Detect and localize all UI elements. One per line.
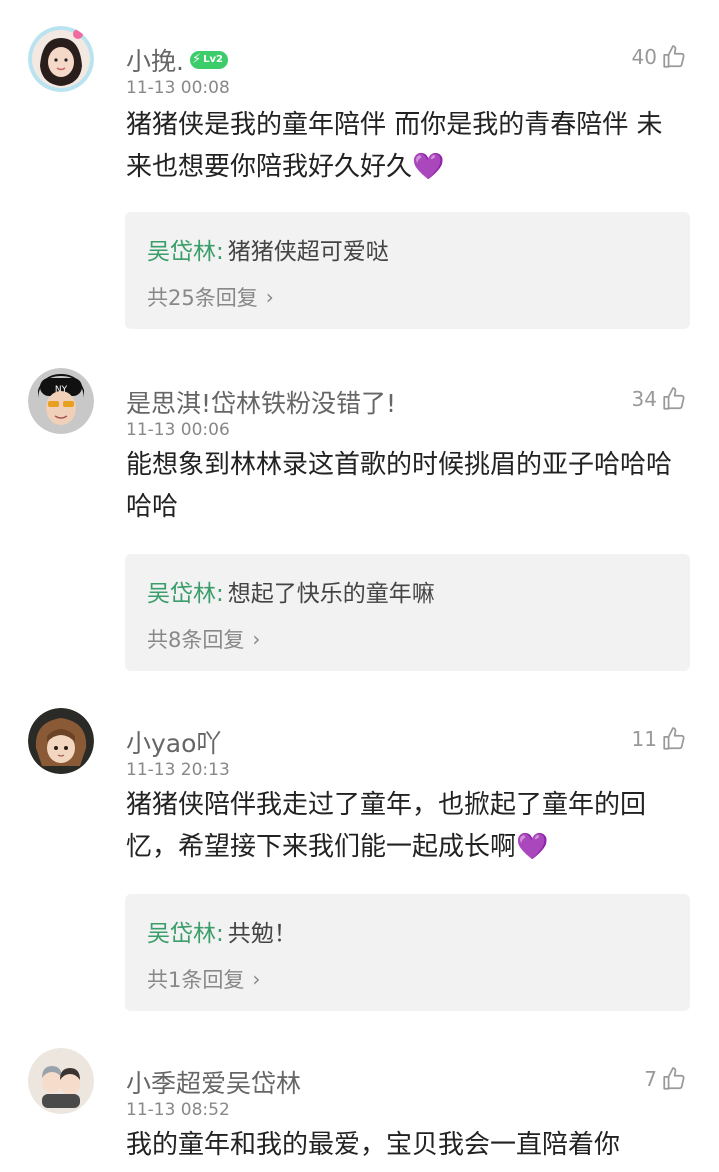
- more-replies-text: 共25条回复: [147, 286, 258, 310]
- chevron-right-icon: ›: [252, 627, 261, 651]
- chevron-right-icon: ›: [252, 967, 261, 991]
- username[interactable]: 是思淇!岱林铁粉没错了!: [126, 384, 396, 420]
- username[interactable]: 小挽. ⚡ Lv2: [126, 42, 228, 78]
- like-count: 11: [631, 727, 657, 751]
- reply-colon: :: [216, 239, 224, 265]
- reply-line: 吴岱林: 想起了快乐的童年嘛: [147, 574, 435, 608]
- more-replies-link[interactable]: 共25条回复 ›: [147, 282, 274, 312]
- level-text: Lv2: [203, 54, 223, 65]
- comment-time: 11-13 00:08: [126, 78, 230, 98]
- like-button[interactable]: 34: [632, 386, 687, 412]
- reply-author[interactable]: 吴岱林: [147, 921, 216, 947]
- like-button[interactable]: 11: [632, 726, 687, 752]
- username[interactable]: 小yao吖: [126, 724, 221, 760]
- comment-time: 11-13 08:52: [126, 1100, 230, 1120]
- reply-colon: :: [216, 581, 224, 607]
- comment-time: 11-13 20:13: [126, 760, 230, 780]
- purple-heart-icon: 💜: [516, 832, 549, 862]
- username-text[interactable]: 是思淇!岱林铁粉没错了!: [126, 384, 396, 420]
- reply-content: 共勉！: [227, 921, 297, 947]
- like-count: 34: [631, 387, 657, 411]
- reply-colon: :: [216, 921, 224, 947]
- avatar[interactable]: NY: [28, 368, 94, 434]
- reply-author[interactable]: 吴岱林: [147, 581, 216, 607]
- chevron-right-icon: ›: [265, 285, 274, 309]
- like-count: 40: [631, 45, 657, 69]
- avatar[interactable]: [28, 708, 94, 774]
- reply-content: 猪猪侠超可爱哒: [227, 239, 389, 265]
- level-badge: ⚡ Lv2: [189, 51, 228, 69]
- comment-text: 能想象到林林录这首歌的时候挑眉的亚子哈哈哈哈哈: [126, 450, 673, 522]
- reply-author[interactable]: 吴岱林: [147, 239, 216, 265]
- avatar[interactable]: [28, 1048, 94, 1114]
- comment-text: 我的童年和我的最爱，宝贝我会一直陪着你: [126, 1130, 621, 1160]
- reply-line: 吴岱林: 共勉！: [147, 914, 297, 948]
- comment-time: 11-13 00:06: [126, 420, 230, 440]
- thumbs-up-icon: [661, 386, 687, 412]
- reply-line: 吴岱林: 猪猪侠超可爱哒: [147, 232, 389, 266]
- thumbs-up-icon: [661, 1066, 687, 1092]
- more-replies-link[interactable]: 共8条回复 ›: [147, 624, 260, 654]
- lightning-icon: ⚡: [191, 52, 202, 67]
- comment-text: 猪猪侠是我的童年陪伴 而你是我的青春陪伴 未来也想要你陪我好久好久💜: [126, 110, 663, 182]
- like-button[interactable]: 7: [644, 1066, 687, 1092]
- avatar[interactable]: [28, 26, 94, 92]
- username-text[interactable]: 小yao吖: [126, 724, 221, 760]
- more-replies-link[interactable]: 共1条回复 ›: [147, 964, 260, 994]
- reply-preview[interactable]: 吴岱林: 想起了快乐的童年嘛 共8条回复 ›: [125, 554, 690, 671]
- more-replies-text: 共8条回复: [147, 628, 245, 652]
- more-replies-text: 共1条回复: [147, 968, 245, 992]
- thumbs-up-icon: [661, 726, 687, 752]
- username[interactable]: 小季超爱吴岱林: [126, 1064, 301, 1100]
- username-text[interactable]: 小挽.: [126, 42, 184, 78]
- thumbs-up-icon: [661, 44, 687, 70]
- reply-content: 想起了快乐的童年嘛: [227, 581, 435, 607]
- like-button[interactable]: 40: [632, 44, 687, 70]
- reply-preview[interactable]: 吴岱林: 共勉！ 共1条回复 ›: [125, 894, 690, 1011]
- username-text[interactable]: 小季超爱吴岱林: [126, 1064, 301, 1100]
- reply-preview[interactable]: 吴岱林: 猪猪侠超可爱哒 共25条回复 ›: [125, 212, 690, 329]
- comment-text: 猪猪侠陪伴我走过了童年，也掀起了童年的回忆，希望接下来我们能一起成长啊💜: [126, 790, 647, 862]
- purple-heart-icon: 💜: [412, 152, 445, 182]
- like-count: 7: [644, 1067, 657, 1091]
